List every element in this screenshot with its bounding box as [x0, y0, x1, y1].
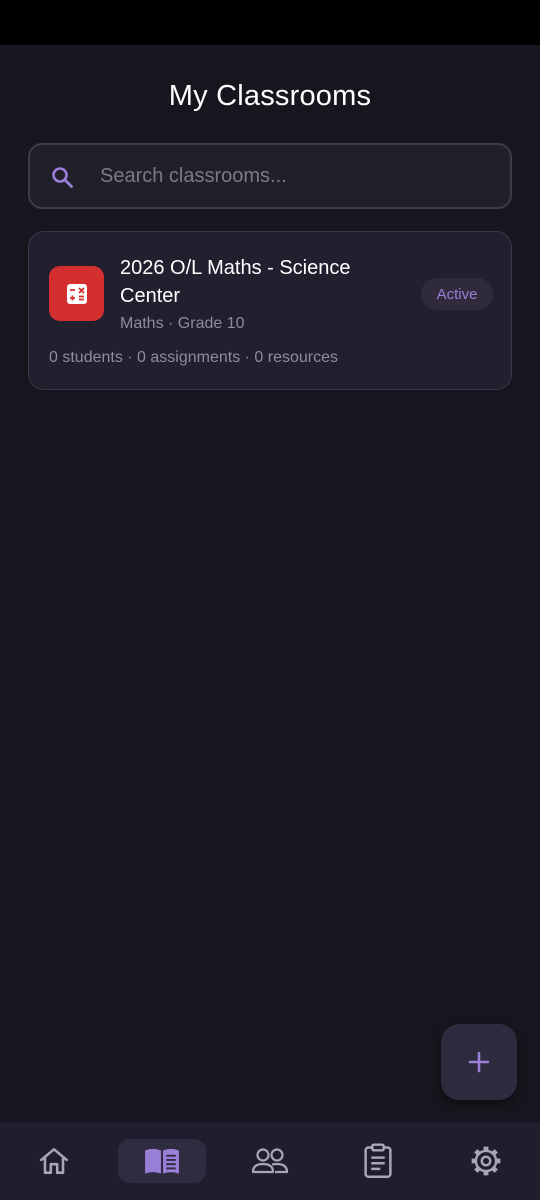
add-classroom-button[interactable]	[441, 1024, 517, 1100]
home-icon	[39, 1148, 69, 1174]
nav-item-home[interactable]	[10, 1139, 98, 1183]
search-icon	[52, 167, 73, 188]
bottom-nav	[0, 1122, 540, 1200]
people-icon	[251, 1148, 289, 1174]
page-title: My Classrooms	[168, 80, 372, 112]
nav-item-classrooms[interactable]	[118, 1139, 206, 1183]
classroom-title: 2026 O/L Maths - Science Center	[120, 257, 351, 307]
status-badge: Active	[421, 278, 493, 310]
nav-item-assignments[interactable]	[334, 1139, 422, 1183]
search-box[interactable]	[28, 143, 512, 209]
classroom-subject-grade: Maths · Grade 10	[120, 315, 245, 332]
classroom-card[interactable]: 2026 O/L Maths - Science Center Maths · …	[28, 231, 512, 390]
book-icon	[145, 1148, 179, 1174]
gear-icon	[471, 1146, 501, 1176]
search-input[interactable]	[100, 145, 500, 207]
status-bar	[0, 0, 540, 45]
clipboard-icon	[364, 1143, 392, 1178]
classroom-stats: 0 students · 0 assignments · 0 resources	[49, 349, 339, 366]
nav-item-students[interactable]	[226, 1139, 314, 1183]
calculator-icon	[49, 266, 104, 321]
plus-icon	[468, 1051, 490, 1073]
nav-item-settings[interactable]	[442, 1139, 530, 1183]
